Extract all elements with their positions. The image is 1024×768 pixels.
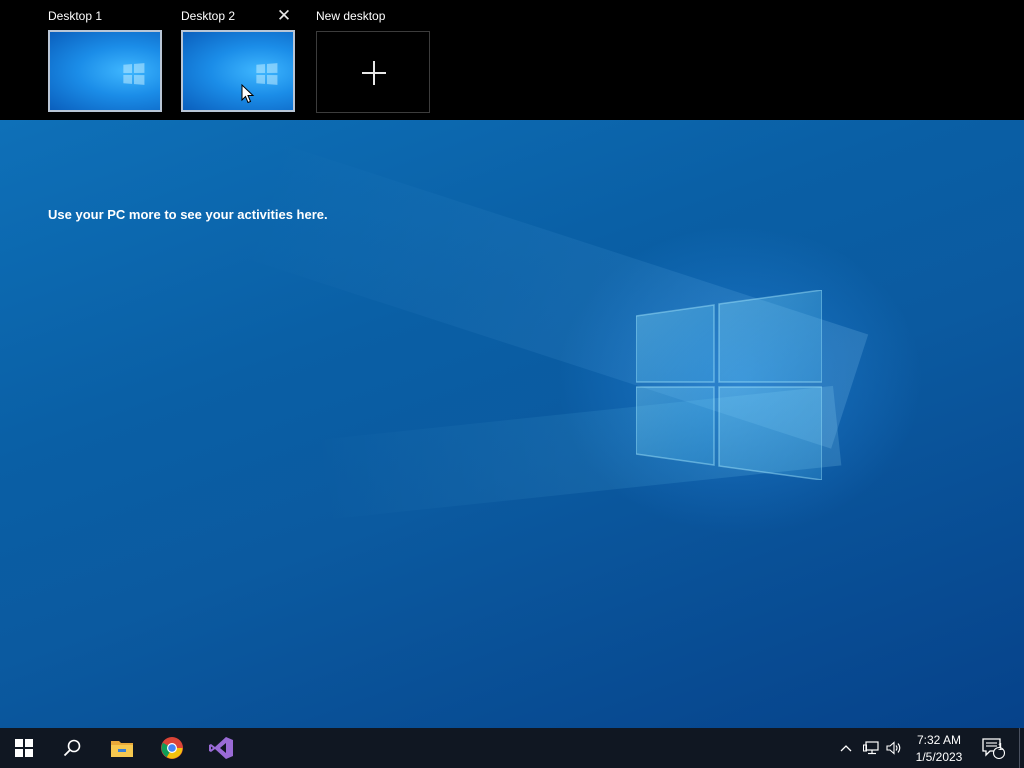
windows-logo-icon <box>636 290 822 480</box>
volume-button[interactable] <box>883 728 905 768</box>
show-hidden-icons-button[interactable] <box>836 728 856 768</box>
network-icon <box>863 741 879 755</box>
action-center-button[interactable]: 1 <box>976 728 1010 768</box>
chrome-button[interactable] <box>148 728 196 768</box>
windows-logo-icon <box>123 63 145 85</box>
desktop-1-label: Desktop 1 <box>48 9 103 23</box>
clock-time: 7:32 AM <box>916 733 962 747</box>
visual-studio-button[interactable] <box>197 728 245 768</box>
new-desktop-button[interactable] <box>316 31 430 113</box>
notification-count: 1 <box>997 742 1004 753</box>
file-explorer-icon <box>111 741 133 757</box>
desktop-2-thumbnail[interactable] <box>181 30 295 112</box>
network-button[interactable] <box>860 728 882 768</box>
visual-studio-icon <box>209 737 233 759</box>
desktop-2-label: Desktop 2 <box>181 9 236 23</box>
taskbar: 7:32 AM 1/5/2023 1 <box>0 728 1024 768</box>
desktop-1-thumbnail[interactable] <box>48 30 162 112</box>
start-button[interactable] <box>0 728 48 768</box>
search-button[interactable] <box>48 728 96 768</box>
chrome-icon <box>161 737 183 759</box>
windows-logo-icon <box>256 63 278 85</box>
close-icon[interactable]: ✕ <box>276 7 292 24</box>
volume-icon <box>886 741 901 755</box>
desktop-wallpaper: Use your PC more to see your activities … <box>0 120 1024 728</box>
virtual-desktops-bar: Desktop 1 Desktop 2 ✕ New desktop <box>0 0 1024 120</box>
windows-start-icon <box>15 739 33 757</box>
screen: Desktop 1 Desktop 2 ✕ New desktop Use yo… <box>0 0 1024 768</box>
new-desktop-label: New desktop <box>316 9 386 23</box>
search-icon <box>63 739 81 757</box>
show-desktop-button[interactable] <box>1019 728 1020 768</box>
clock[interactable]: 7:32 AM 1/5/2023 <box>912 732 966 766</box>
mouse-cursor-icon <box>241 84 255 104</box>
file-explorer-button[interactable] <box>98 728 146 768</box>
chevron-up-icon <box>840 745 852 752</box>
timeline-empty-message: Use your PC more to see your activities … <box>48 207 328 222</box>
clock-date: 1/5/2023 <box>915 750 963 764</box>
